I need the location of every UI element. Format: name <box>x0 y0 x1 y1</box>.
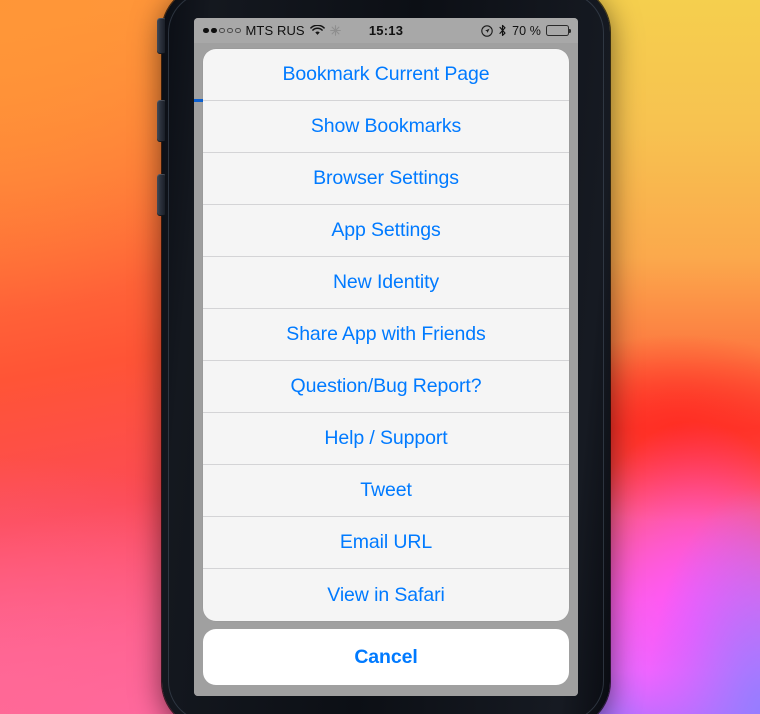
cellular-signal-dots-icon <box>203 27 241 34</box>
status-bar: MTS RUS 15:13 70 % <box>194 18 578 43</box>
sheet-item-help-support[interactable]: Help / Support <box>203 413 569 465</box>
carrier-name: MTS RUS <box>245 23 305 38</box>
sheet-item-question-bug-report[interactable]: Question/Bug Report? <box>203 361 569 413</box>
cancel-button[interactable]: Cancel <box>203 629 569 685</box>
wallpaper-background-right <box>598 0 760 714</box>
status-bar-left: MTS RUS <box>203 23 369 38</box>
sheet-item-email-url[interactable]: Email URL <box>203 517 569 569</box>
battery-icon <box>546 25 572 36</box>
sheet-item-tweet[interactable]: Tweet <box>203 465 569 517</box>
mute-switch-button[interactable] <box>157 18 165 54</box>
action-sheet: Bookmark Current Page Show Bookmarks Brows… <box>203 49 569 685</box>
sheet-item-app-settings[interactable]: App Settings <box>203 205 569 257</box>
bluetooth-icon <box>498 24 507 37</box>
sheet-item-browser-settings[interactable]: Browser Settings <box>203 153 569 205</box>
sheet-item-new-identity[interactable]: New Identity <box>203 257 569 309</box>
sheet-item-share-app-with-friends[interactable]: Share App with Friends <box>203 309 569 361</box>
volume-down-button[interactable] <box>157 174 165 216</box>
volume-up-button[interactable] <box>157 100 165 142</box>
location-arrow-icon <box>481 24 493 37</box>
phone-screen: MTS RUS 15:13 70 % Bookmark Current Page… <box>194 18 578 696</box>
sheet-item-show-bookmarks[interactable]: Show Bookmarks <box>203 101 569 153</box>
battery-percent-label: 70 % <box>512 23 541 38</box>
status-bar-clock: 15:13 <box>368 23 404 38</box>
snowflake-icon <box>329 25 341 36</box>
action-sheet-option-list: Bookmark Current Page Show Bookmarks Brows… <box>203 49 569 621</box>
sheet-item-bookmark-current-page[interactable]: Bookmark Current Page <box>203 49 569 101</box>
wifi-icon <box>309 25 325 36</box>
phone-device-frame: MTS RUS 15:13 70 % Bookmark Current Page… <box>157 0 610 714</box>
status-bar-right: 70 % <box>403 23 572 38</box>
screenshot-stage: MTS RUS 15:13 70 % Bookmark Current Page… <box>0 0 760 714</box>
sheet-item-view-in-safari[interactable]: View in Safari <box>203 569 569 621</box>
